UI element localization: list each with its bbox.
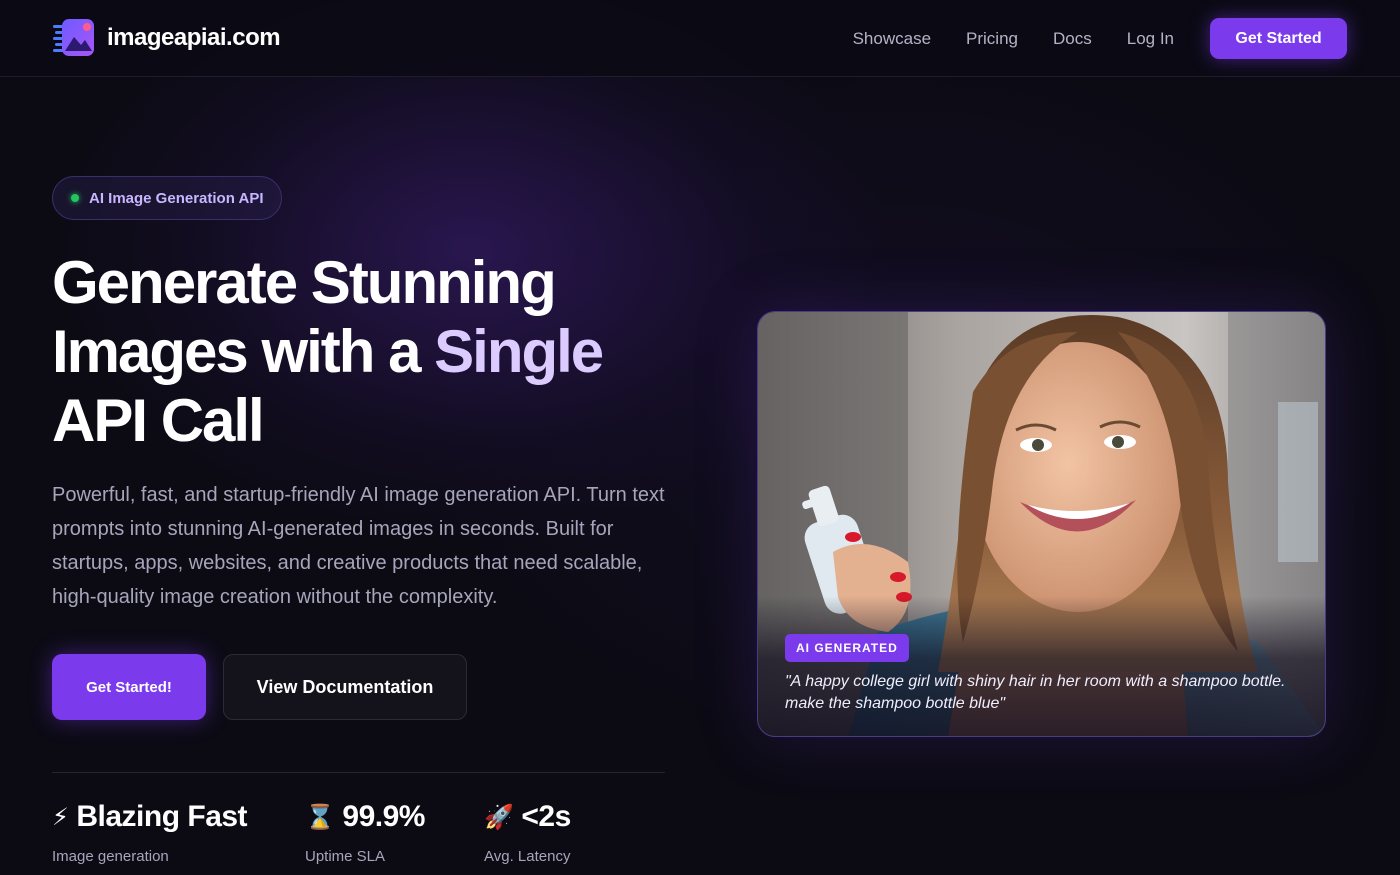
stat-speed: ⚡ Blazing Fast Image generation	[52, 800, 248, 865]
view-documentation-button[interactable]: View Documentation	[223, 654, 467, 720]
logo[interactable]: imageapiai.com	[52, 17, 281, 59]
stat-latency-label: Avg. Latency	[484, 848, 571, 865]
nav-link-docs[interactable]: Docs	[1053, 29, 1092, 49]
card-caption-overlay	[758, 596, 1325, 736]
stat-uptime-label: Uptime SLA	[305, 848, 386, 865]
hero-badge: AI Image Generation API	[52, 176, 282, 220]
lightning-icon: ⚡	[52, 803, 69, 831]
hourglass-icon: ⌛	[305, 803, 335, 831]
nav-link-pricing[interactable]: Pricing	[966, 29, 1018, 49]
status-dot-icon	[71, 194, 79, 202]
ai-generated-tag: AI GENERATED	[785, 634, 909, 662]
top-navbar: imageapiai.com Showcase Pricing Docs Log…	[0, 0, 1400, 77]
stat-uptime-value: 99.9%	[342, 800, 425, 833]
stats-row: ⚡ Blazing Fast Image generation ⌛ 99.9% …	[52, 800, 672, 875]
headline-accent: Single	[434, 318, 604, 385]
get-started-nav-button[interactable]: Get Started	[1210, 18, 1347, 59]
logo-image-icon	[52, 17, 96, 59]
headline-line-2a: Images with a	[52, 318, 435, 385]
stat-uptime: ⌛ 99.9% Uptime SLA	[305, 800, 425, 865]
showcase-image-card: AI GENERATED "A happy college girl with …	[757, 311, 1326, 737]
headline-line-1: Generate Stunning	[52, 249, 557, 316]
nav-link-login[interactable]: Log In	[1127, 29, 1174, 49]
nav-links: Showcase Pricing Docs Log In	[818, 0, 1174, 77]
nav-link-showcase[interactable]: Showcase	[853, 29, 931, 49]
stats-divider	[52, 772, 665, 773]
headline-line-3: API Call	[52, 387, 265, 454]
rocket-icon: 🚀	[484, 803, 514, 831]
hero-headline: Generate Stunning Images with a Single A…	[52, 248, 692, 455]
logo-text: imageapiai.com	[107, 24, 281, 51]
stat-speed-value: Blazing Fast	[76, 800, 248, 833]
get-started-button[interactable]: Get Started!	[52, 654, 206, 720]
hero-description: Powerful, fast, and startup-friendly AI …	[52, 484, 665, 608]
stat-latency-value: <2s	[521, 800, 571, 833]
stat-latency: 🚀 <2s Avg. Latency	[484, 800, 571, 865]
stat-speed-label: Image generation	[52, 848, 169, 865]
prompt-caption: "A happy college girl with shiny hair in…	[785, 673, 1286, 712]
hero-badge-label: AI Image Generation API	[89, 189, 264, 207]
